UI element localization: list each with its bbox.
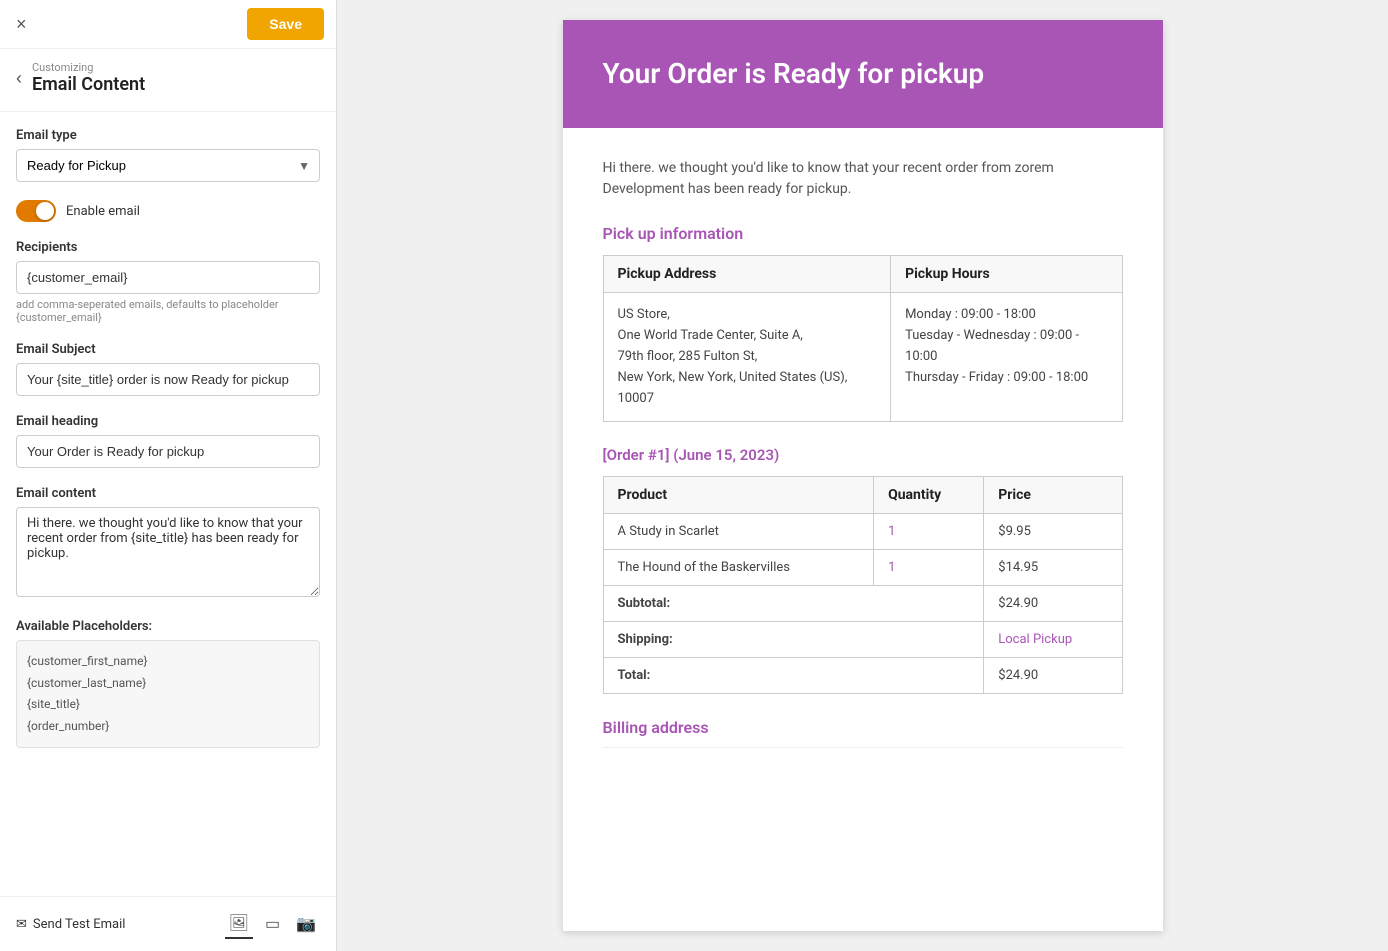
enable-email-row: Enable email xyxy=(16,200,320,222)
quantity-header: Quantity xyxy=(874,477,984,514)
product-price: $14.95 xyxy=(984,550,1122,586)
email-header-banner: Your Order is Ready for pickup xyxy=(563,20,1163,128)
pickup-section-title: Pick up information xyxy=(603,224,1123,243)
top-bar: × Save xyxy=(0,0,336,49)
email-icon: ✉ xyxy=(16,917,27,932)
customizing-breadcrumb: Customizing xyxy=(32,61,145,74)
enable-email-toggle[interactable] xyxy=(16,200,56,222)
billing-address-line xyxy=(603,747,1123,754)
product-qty: 1 xyxy=(874,550,984,586)
email-type-group: Email type Ready for Pickup Order Confir… xyxy=(16,128,320,182)
recipients-input[interactable] xyxy=(16,261,320,294)
mobile-icon: 📷 xyxy=(296,916,316,933)
order-row-2: The Hound of the Baskervilles 1 $14.95 xyxy=(603,550,1122,586)
customizing-info: Customizing Email Content xyxy=(32,61,145,95)
email-subject-group: Email Subject xyxy=(16,342,320,396)
subtotal-label: Subtotal: xyxy=(603,586,984,622)
product-qty: 1 xyxy=(874,514,984,550)
mobile-view-button[interactable]: 📷 xyxy=(292,909,320,939)
email-subject-input[interactable] xyxy=(16,363,320,396)
pickup-table: Pickup Address Pickup Hours US Store,One… xyxy=(603,255,1123,422)
footer-icons: 🖼 ▭ 📷 xyxy=(225,909,320,939)
placeholders-group: Available Placeholders: {customer_first_… xyxy=(16,619,320,748)
back-button[interactable]: ‹ xyxy=(16,68,22,89)
email-heading-label: Email heading xyxy=(16,414,320,429)
price-header: Price xyxy=(984,477,1122,514)
pickup-hours-header: Pickup Hours xyxy=(891,256,1122,293)
product-header: Product xyxy=(603,477,874,514)
product-price: $9.95 xyxy=(984,514,1122,550)
email-type-select[interactable]: Ready for Pickup Order Confirmed Order S… xyxy=(16,149,320,182)
total-value: $24.90 xyxy=(984,658,1122,694)
shipping-label: Shipping: xyxy=(603,622,984,658)
total-row: Total: $24.90 xyxy=(603,658,1122,694)
email-heading-input[interactable] xyxy=(16,435,320,468)
email-heading-group: Email heading xyxy=(16,414,320,468)
customizing-header: ‹ Customizing Email Content xyxy=(0,49,336,112)
email-type-label: Email type xyxy=(16,128,320,143)
shipping-row: Shipping: Local Pickup xyxy=(603,622,1122,658)
panel-body: Email type Ready for Pickup Order Confir… xyxy=(0,112,336,896)
tablet-icon: ▭ xyxy=(265,916,280,933)
placeholder-item: {customer_first_name} xyxy=(27,651,309,673)
product-name: A Study in Scarlet xyxy=(603,514,874,550)
email-preview: Your Order is Ready for pickup Hi there.… xyxy=(563,20,1163,931)
recipients-group: Recipients add comma-seperated emails, d… xyxy=(16,240,320,324)
monitor-icon: 🖼 xyxy=(229,915,249,932)
enable-email-label: Enable email xyxy=(66,204,140,219)
pickup-address-header: Pickup Address xyxy=(603,256,891,293)
placeholder-item: {site_title} xyxy=(27,694,309,716)
customizing-title: Email Content xyxy=(32,74,145,95)
email-content-label: Email content xyxy=(16,486,320,501)
placeholder-item: {customer_last_name} xyxy=(27,673,309,695)
email-intro-text: Hi there. we thought you'd like to know … xyxy=(603,158,1123,200)
pickup-hours-cell: Monday : 09:00 - 18:00Tuesday - Wednesda… xyxy=(891,293,1122,422)
left-panel: × Save ‹ Customizing Email Content Email… xyxy=(0,0,337,951)
order-title: [Order #1] (June 15, 2023) xyxy=(603,446,1123,464)
email-subject-label: Email Subject xyxy=(16,342,320,357)
placeholders-label: Available Placeholders: xyxy=(16,619,320,634)
save-button[interactable]: Save xyxy=(247,8,324,40)
email-content-group: Email content Hi there. we thought you'd… xyxy=(16,486,320,601)
subtotal-value: $24.90 xyxy=(984,586,1122,622)
pickup-address-cell: US Store,One World Trade Center, Suite A… xyxy=(603,293,891,422)
email-type-select-wrapper: Ready for Pickup Order Confirmed Order S… xyxy=(16,149,320,182)
email-preview-title: Your Order is Ready for pickup xyxy=(603,56,1123,92)
placeholder-item: {order_number} xyxy=(27,716,309,738)
recipients-hint: add comma-seperated emails, defaults to … xyxy=(16,298,320,324)
send-test-email-link[interactable]: ✉ Send Test Email xyxy=(16,917,125,932)
order-table: Product Quantity Price A Study in Scarle… xyxy=(603,476,1123,694)
shipping-value: Local Pickup xyxy=(984,622,1122,658)
send-test-label: Send Test Email xyxy=(33,917,126,932)
total-label: Total: xyxy=(603,658,984,694)
toggle-knob xyxy=(36,202,54,220)
desktop-view-button[interactable]: 🖼 xyxy=(225,909,253,939)
tablet-view-button[interactable]: ▭ xyxy=(261,909,284,939)
order-row-1: A Study in Scarlet 1 $9.95 xyxy=(603,514,1122,550)
email-content-textarea[interactable]: Hi there. we thought you'd like to know … xyxy=(16,507,320,597)
product-name: The Hound of the Baskervilles xyxy=(603,550,874,586)
right-panel: Your Order is Ready for pickup Hi there.… xyxy=(337,0,1388,951)
billing-section-title: Billing address xyxy=(603,718,1123,737)
panel-footer: ✉ Send Test Email 🖼 ▭ 📷 xyxy=(0,896,336,951)
recipients-label: Recipients xyxy=(16,240,320,255)
email-body: Hi there. we thought you'd like to know … xyxy=(563,128,1163,784)
placeholders-box: {customer_first_name} {customer_last_nam… xyxy=(16,640,320,748)
close-button[interactable]: × xyxy=(12,10,31,39)
subtotal-row: Subtotal: $24.90 xyxy=(603,586,1122,622)
